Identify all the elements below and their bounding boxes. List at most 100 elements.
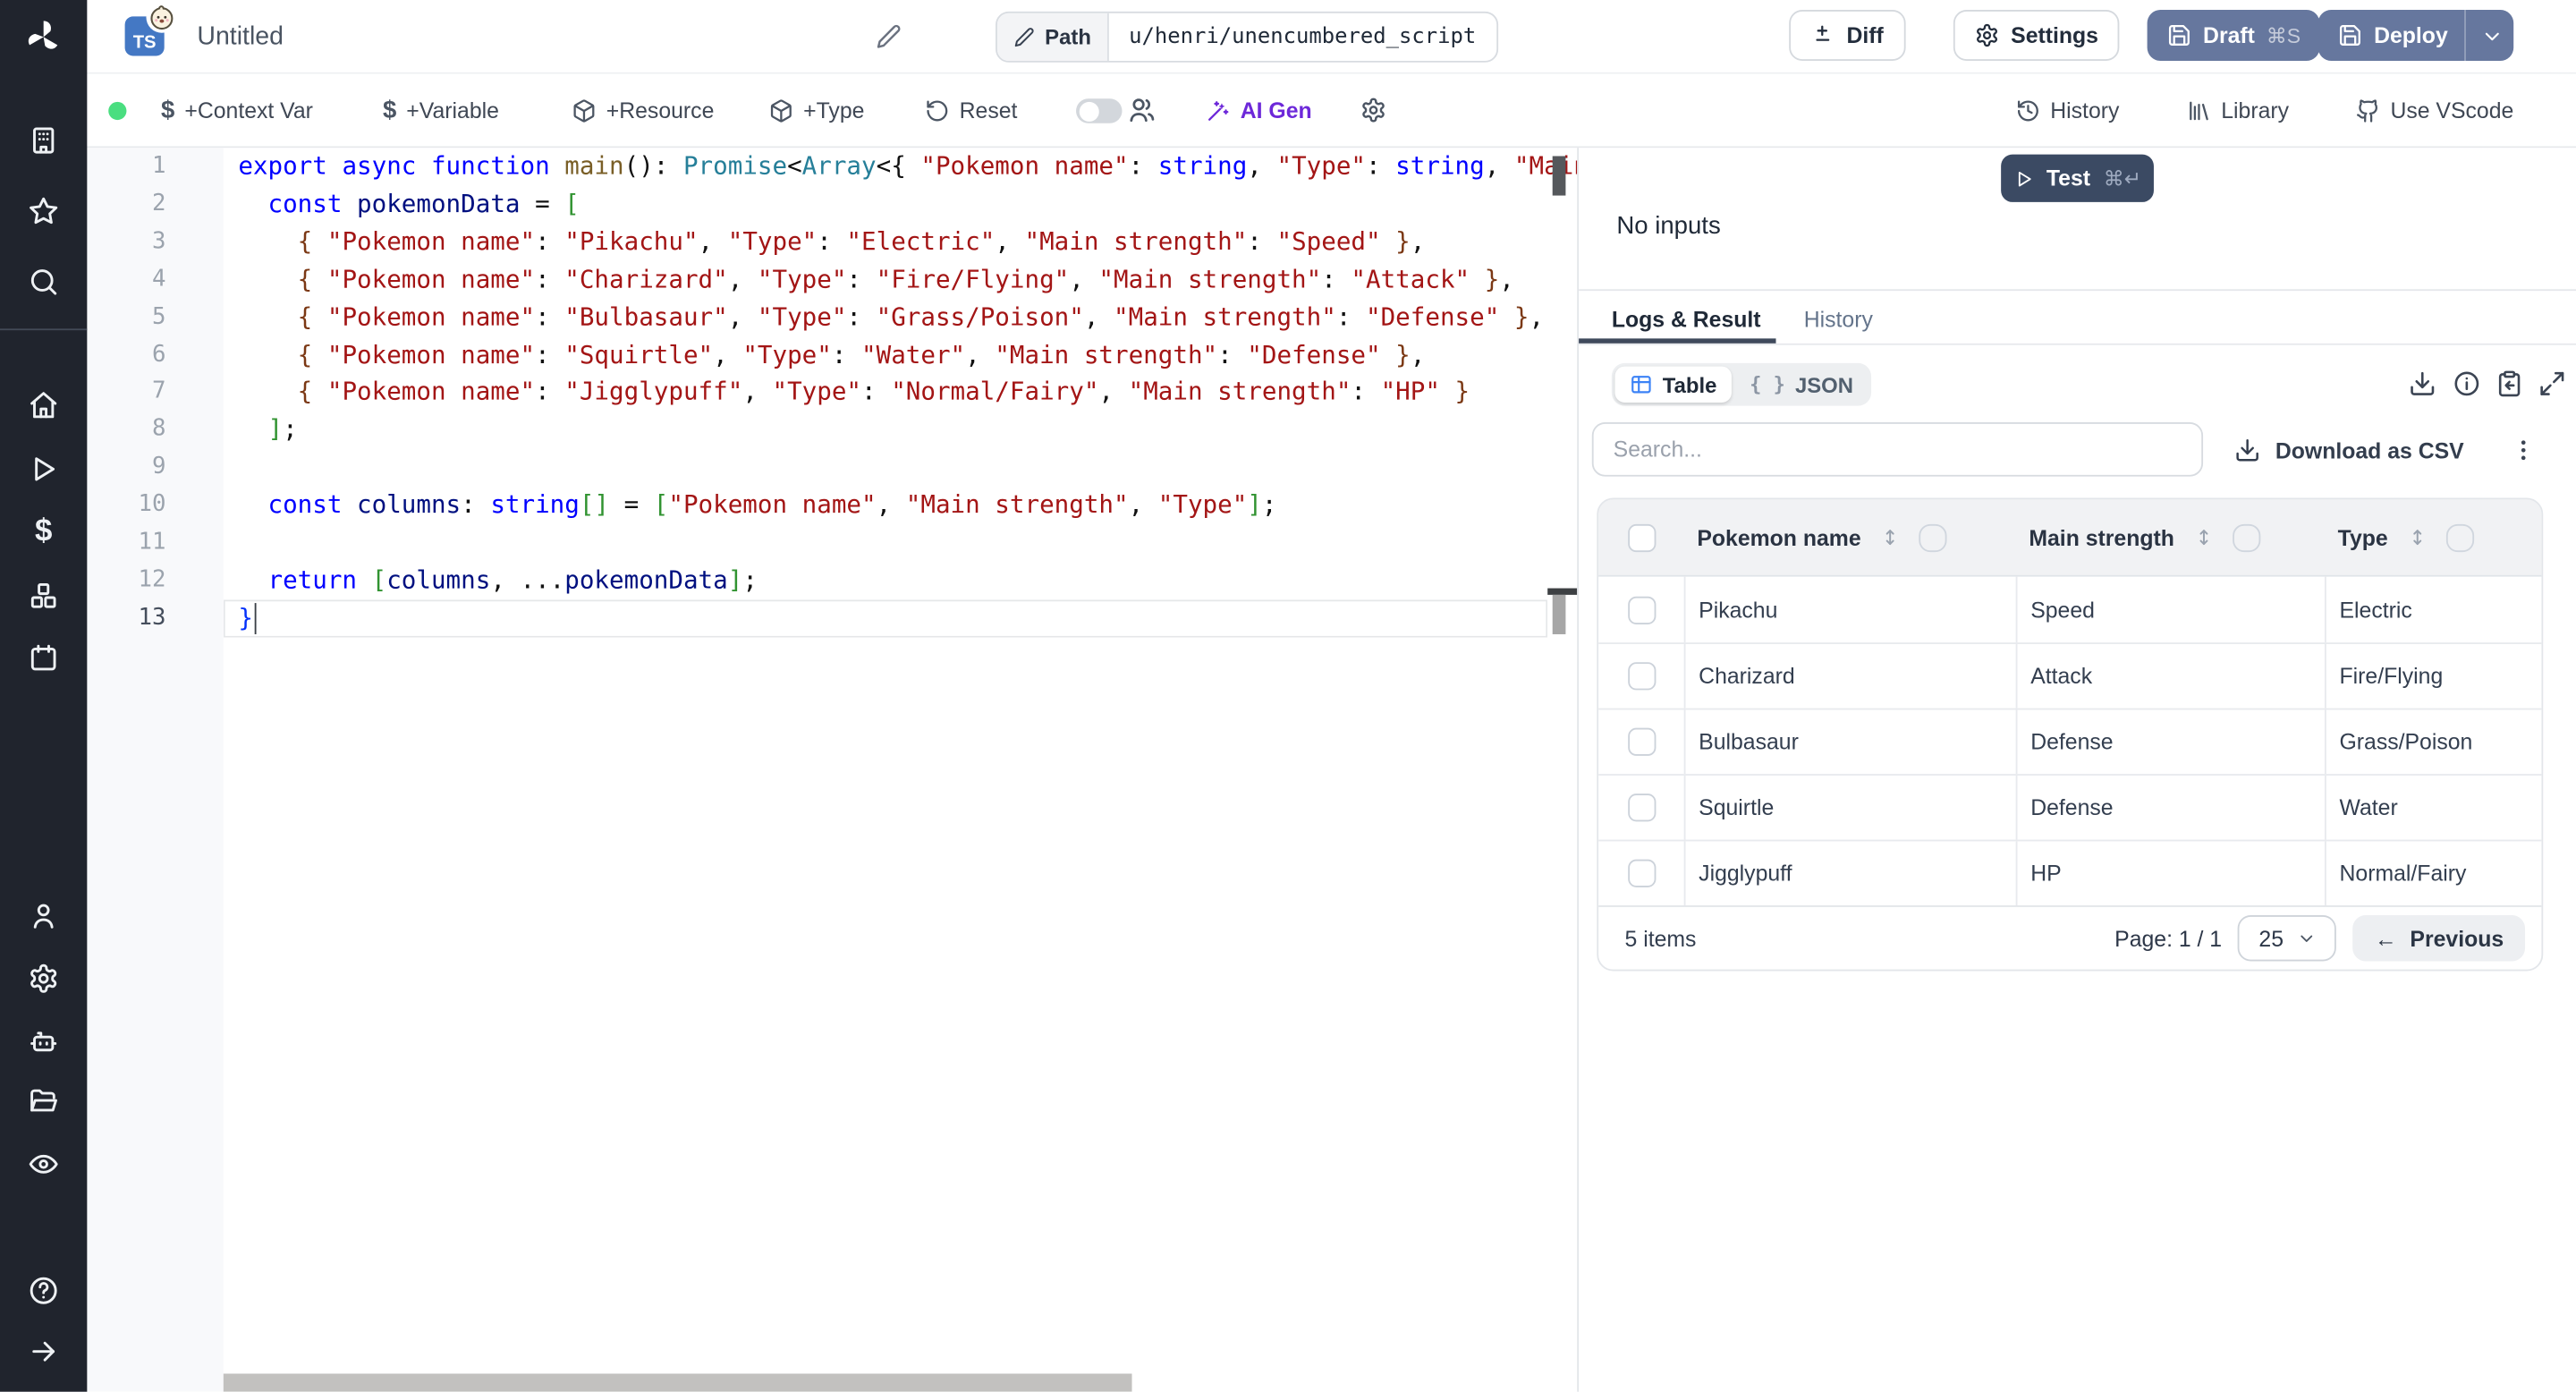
box-icon — [572, 98, 597, 123]
header-select-cell — [1598, 499, 1684, 574]
view-toggle-table[interactable]: Table — [1614, 366, 1732, 403]
use-vscode-button[interactable]: Use VScode — [2356, 74, 2513, 147]
sidebar-expand-button[interactable] — [28, 1336, 59, 1367]
code-line[interactable]: ]; — [224, 412, 1577, 449]
code-line[interactable] — [224, 524, 1577, 562]
sidebar-item-audit-logs[interactable] — [28, 1149, 59, 1180]
history-button[interactable]: History — [2016, 74, 2119, 147]
code-line[interactable]: { "Pokemon name": "Bulbasaur", "Type": "… — [224, 299, 1577, 336]
editor-code-area[interactable]: export async function main(): Promise<Ar… — [224, 148, 1577, 1391]
path-field[interactable]: Path u/henri/unencumbered_script — [996, 11, 1498, 63]
search-input[interactable] — [1591, 422, 2204, 477]
column-toggle[interactable] — [1918, 522, 1947, 552]
code-line[interactable]: { "Pokemon name": "Squirtle", "Type": "W… — [224, 336, 1577, 374]
sort-icon[interactable] — [2192, 524, 2214, 550]
code-editor[interactable]: 1 2 3 4 5 6 7 8 9 10 11 12 13 export async function … — [87, 148, 1578, 1392]
code-line[interactable] — [224, 449, 1577, 487]
code-line[interactable]: const columns: string[] = ["Pokemon name… — [224, 487, 1577, 524]
table-row[interactable]: Squirtle Defense Water — [1598, 774, 2542, 840]
deploy-button[interactable]: Deploy — [2318, 10, 2514, 61]
row-checkbox[interactable] — [1627, 794, 1656, 822]
settings-button[interactable]: Settings — [1953, 10, 2120, 61]
expand-result-icon[interactable] — [2538, 369, 2566, 397]
deploy-dropdown-button[interactable] — [2464, 10, 2504, 61]
download-result-icon[interactable] — [2409, 369, 2436, 397]
previous-label: Previous — [2410, 925, 2504, 951]
sidebar-item-favorites[interactable] — [28, 196, 59, 227]
code-line[interactable]: { "Pokemon name": "Pikachu", "Type": "El… — [224, 223, 1577, 260]
sidebar-item-settings[interactable] — [28, 963, 59, 994]
diff-button[interactable]: Diff — [1789, 10, 1905, 61]
code-line[interactable]: return [columns, ...pokemonData]; — [224, 562, 1577, 599]
tab-history[interactable]: History — [1804, 307, 1873, 332]
code-token: : — [831, 339, 862, 369]
row-checkbox[interactable] — [1627, 859, 1656, 887]
sidebar-item-schedules[interactable] — [28, 642, 59, 674]
sidebar-item-folders[interactable] — [28, 1086, 59, 1117]
editor-settings-button[interactable] — [1360, 74, 1386, 147]
column-toggle[interactable] — [2232, 522, 2260, 552]
table-row[interactable]: Charizard Attack Fire/Flying — [1598, 642, 2542, 709]
row-checkbox[interactable] — [1627, 595, 1656, 624]
view-toggle-json[interactable]: { } JSON — [1735, 367, 1868, 403]
test-button[interactable]: Test ⌘↵ — [2001, 154, 2154, 202]
sidebar-item-search[interactable] — [28, 267, 59, 298]
reset-button[interactable]: Reset — [925, 74, 1017, 147]
collaborators-icon[interactable] — [1127, 74, 1157, 147]
editor-vertical-scrollbar[interactable] — [1552, 594, 1566, 634]
draft-button[interactable]: Draft ⌘S — [2147, 10, 2321, 61]
sidebar-item-home[interactable] — [28, 389, 59, 420]
more-options-button[interactable] — [2511, 430, 2537, 470]
tab-logs-result[interactable]: Logs & Result — [1612, 307, 1761, 332]
edit-summary-icon[interactable] — [876, 23, 902, 49]
sidebar-item-resources[interactable] — [28, 580, 59, 611]
code-token: "Defense" — [1247, 339, 1381, 369]
copy-result-icon[interactable] — [2496, 369, 2523, 397]
sidebar-item-runs[interactable] — [28, 454, 59, 485]
code-line[interactable]: } — [224, 599, 1547, 637]
collab-toggle[interactable] — [1076, 98, 1123, 123]
add-type-button[interactable]: +Type — [769, 74, 864, 147]
column-toggle[interactable] — [2445, 522, 2474, 552]
windmill-logo-icon[interactable] — [23, 16, 64, 57]
column-header[interactable]: Type — [2325, 499, 2541, 574]
code-line[interactable]: export async function main(): Promise<Ar… — [224, 148, 1577, 185]
toggle-knob — [1078, 100, 1098, 121]
editor-horizontal-scrollbar[interactable] — [223, 1373, 1132, 1392]
sort-icon[interactable] — [2406, 524, 2428, 550]
row-checkbox[interactable] — [1627, 662, 1656, 691]
library-button[interactable]: Library — [2187, 74, 2289, 147]
code-token: string — [1157, 150, 1248, 182]
previous-page-button[interactable]: ← Previous — [2353, 915, 2526, 962]
sidebar-item-users[interactable] — [28, 901, 59, 932]
table-row[interactable]: Jigglypuff HP Normal/Fairy — [1598, 839, 2542, 906]
sidebar-item-variables[interactable]: $ — [28, 516, 59, 547]
code-token: "Main strength" — [1513, 150, 1577, 182]
page-size-select[interactable]: 25 — [2238, 915, 2337, 962]
code-token: "Bulbasaur" — [564, 301, 728, 332]
row-checkbox[interactable] — [1627, 727, 1656, 756]
add-context-var-button[interactable]: $ +Context Var — [161, 74, 313, 147]
table-row[interactable]: Bulbasaur Defense Grass/Poison — [1598, 708, 2542, 775]
info-icon[interactable] — [2453, 369, 2480, 397]
code-line[interactable]: { "Pokemon name": "Jigglypuff", "Type": … — [224, 374, 1577, 412]
select-all-checkbox[interactable] — [1627, 522, 1656, 552]
column-header[interactable]: Pokemon name — [1684, 499, 2016, 574]
code-line[interactable]: { "Pokemon name": "Charizard", "Type": "… — [224, 261, 1577, 299]
download-csv-button[interactable]: Download as CSV — [2234, 428, 2464, 473]
code-line[interactable]: const pokemonData = [ — [224, 185, 1577, 223]
column-header[interactable]: Main strength — [2016, 499, 2325, 574]
add-variable-button[interactable]: $ +Variable — [383, 74, 499, 147]
sort-icon[interactable] — [1879, 524, 1901, 550]
settings-label: Settings — [2011, 22, 2098, 48]
script-emoji-icon — [146, 1, 178, 33]
code-token: : — [535, 264, 565, 294]
sidebar-item-workers[interactable] — [28, 1025, 59, 1057]
table-row[interactable]: Pikachu Speed Electric — [1598, 576, 2542, 643]
add-resource-button[interactable]: +Resource — [572, 74, 714, 147]
ai-gen-button[interactable]: AI Gen — [1206, 74, 1312, 147]
sidebar-item-workspace[interactable] — [28, 125, 59, 157]
sidebar-item-help[interactable] — [28, 1275, 59, 1306]
